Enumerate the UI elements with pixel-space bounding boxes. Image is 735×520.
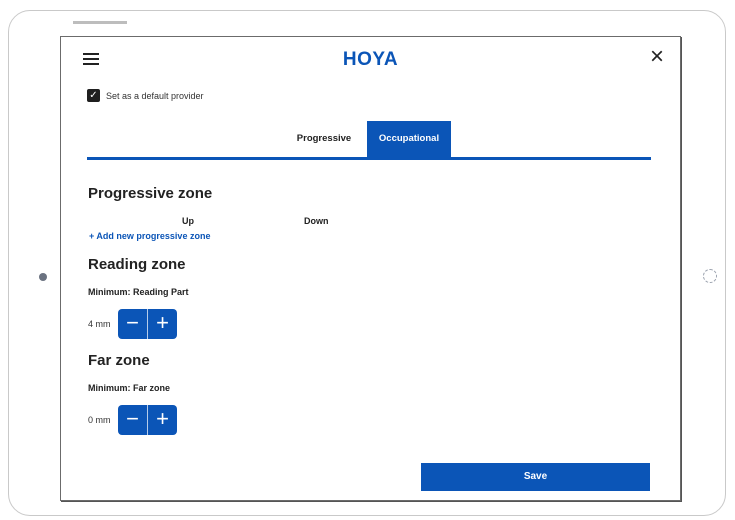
home-button[interactable] (703, 269, 717, 283)
column-down-label: Down (304, 216, 329, 226)
far-zone-stepper: − + (118, 405, 177, 435)
reading-zone-decrease-button[interactable]: − (118, 309, 147, 339)
tab-occupational[interactable]: Occupational (367, 121, 451, 157)
default-provider-label: Set as a default provider (106, 90, 204, 101)
far-zone-stepper-row: 0 mm − + (88, 405, 177, 435)
reading-zone-title: Reading zone (88, 256, 186, 273)
brand-logo: HOYA (342, 49, 399, 70)
reading-zone-stepper: − + (118, 309, 177, 339)
tab-progressive[interactable]: Progressive (291, 121, 357, 157)
far-zone-title: Far zone (88, 352, 150, 369)
far-zone-minimum-label: Minimum: Far zone (88, 383, 171, 393)
close-icon[interactable]: × (650, 45, 664, 69)
far-zone-increase-button[interactable]: + (148, 405, 177, 435)
add-progressive-zone-link[interactable]: + Add new progressive zone (89, 231, 210, 241)
progressive-zone-title: Progressive zone (88, 185, 213, 202)
reading-zone-minimum-label: Minimum: Reading Part (88, 287, 189, 297)
far-zone-value: 0 mm (88, 415, 111, 425)
camera-icon (39, 273, 47, 281)
column-up-label: Up (182, 216, 194, 226)
far-zone-decrease-button[interactable]: − (118, 405, 147, 435)
hardware-edge (73, 21, 127, 24)
default-provider-checkbox[interactable]: ✓ (87, 89, 100, 102)
reading-zone-stepper-row: 4 mm − + (88, 309, 177, 339)
app-screen: HOYA × ✓ Set as a default provider Progr… (60, 36, 681, 501)
tab-bar: Progressive Occupational (87, 121, 651, 160)
reading-zone-increase-button[interactable]: + (148, 309, 177, 339)
app-header: HOYA × (61, 37, 680, 81)
default-provider-row: ✓ Set as a default provider (87, 89, 204, 102)
reading-zone-value: 4 mm (88, 319, 111, 329)
save-button[interactable]: Save (421, 463, 650, 491)
